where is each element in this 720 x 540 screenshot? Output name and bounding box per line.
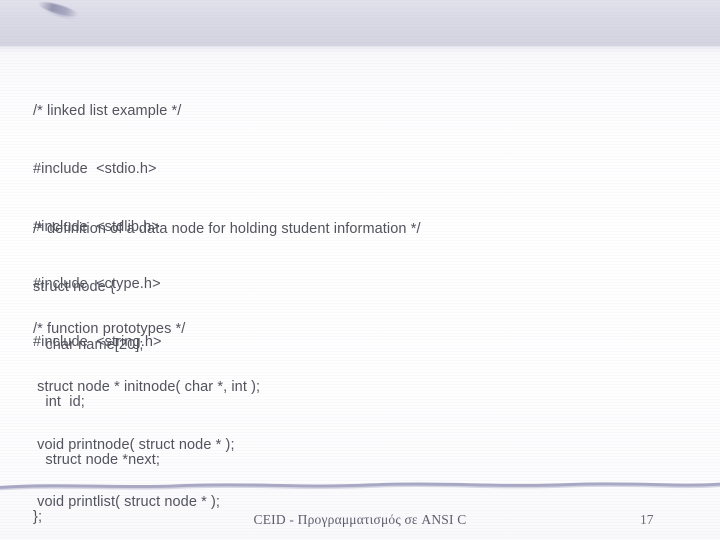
code-block-function-prototypes: /* function prototypes */ struct node * … (33, 282, 343, 540)
code-line: /* function prototypes */ (33, 321, 186, 338)
slide-footer: CEID - Προγραμματισμός σε ANSI C (253, 512, 467, 527)
slide-page-number: 17 (640, 512, 654, 527)
top-band-edge (0, 44, 720, 53)
code-line: /* linked list example */ (33, 103, 182, 120)
top-band (0, 0, 720, 48)
code-line: void printnode( struct node * ); (33, 436, 235, 453)
code-line: /* definition of a data node for holding… (33, 221, 421, 238)
code-line: struct node * initnode( char *, int ); (33, 379, 261, 396)
code-line: #include <stdio.h> (33, 161, 157, 178)
slide-canvas: /* linked list example */ #include <stdi… (0, 0, 720, 540)
code-line: void printlist( struct node * ); (33, 494, 221, 511)
